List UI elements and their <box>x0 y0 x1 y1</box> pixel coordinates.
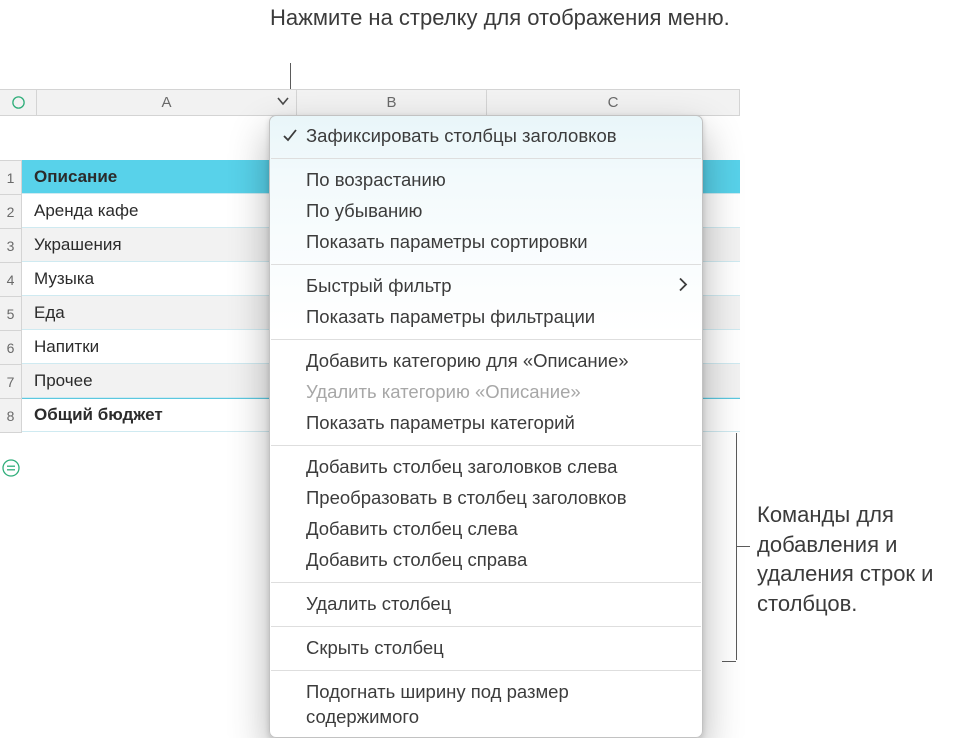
row-header[interactable]: 4 <box>0 263 21 297</box>
cell: Общий бюджет <box>22 405 298 425</box>
menu-item-fit-width[interactable]: Подогнать ширину под размер содержимого <box>270 677 702 733</box>
menu-item-sort-ascending[interactable]: По возрастанию <box>270 165 702 196</box>
column-headers: A B C <box>0 89 740 116</box>
menu-item-freeze-header-columns[interactable]: Зафиксировать столбцы заголовков <box>270 121 702 152</box>
row-header[interactable]: 7 <box>0 365 21 399</box>
row-header[interactable]: 5 <box>0 297 21 331</box>
menu-item-label: Добавить столбец справа <box>306 549 527 570</box>
column-header-c[interactable]: C <box>487 90 740 115</box>
menu-item-label: Удалить категорию «Описание» <box>306 381 581 402</box>
column-header-a[interactable]: A <box>37 90 297 115</box>
menu-separator <box>271 339 701 340</box>
row-header[interactable]: 1 <box>0 161 21 195</box>
column-header-label: C <box>608 94 619 111</box>
menu-separator <box>271 626 701 627</box>
equals-circle-icon <box>2 459 20 477</box>
callout-right: Команды для добавления и удаления строк … <box>757 500 968 619</box>
menu-item-label: Добавить категорию для «Описание» <box>306 350 629 371</box>
menu-item-delete-column[interactable]: Удалить столбец <box>270 589 702 620</box>
menu-separator <box>271 445 701 446</box>
callout-bracket <box>722 432 742 660</box>
column-header-b[interactable]: B <box>297 90 487 115</box>
menu-item-label: Зафиксировать столбцы заголовков <box>306 125 617 146</box>
menu-separator <box>271 582 701 583</box>
menu-item-filter-options[interactable]: Показать параметры фильтрации <box>270 302 702 333</box>
cell: Аренда кафе <box>22 201 298 221</box>
chevron-down-icon[interactable] <box>276 94 290 112</box>
checkmark-icon <box>282 126 298 151</box>
menu-separator <box>271 158 701 159</box>
row-header[interactable]: 6 <box>0 331 21 365</box>
cell: Музыка <box>22 269 298 289</box>
callout-top: Нажмите на стрелку для отображения меню. <box>270 4 730 33</box>
select-all-corner[interactable] <box>0 90 37 115</box>
cell: Прочее <box>22 371 298 391</box>
cell: Описание <box>22 167 298 187</box>
menu-item-label: Быстрый фильтр <box>306 275 452 296</box>
cell: Еда <box>22 303 298 323</box>
cell: Напитки <box>22 337 298 357</box>
column-context-menu: Зафиксировать столбцы заголовков По возр… <box>269 115 703 738</box>
menu-item-label: Показать параметры категорий <box>306 412 575 433</box>
row-headers: 1 2 3 4 5 6 7 8 <box>0 160 22 433</box>
menu-item-label: По возрастанию <box>306 169 446 190</box>
menu-item-label: Преобразовать в столбец заголовков <box>306 487 627 508</box>
row-header[interactable]: 2 <box>0 195 21 229</box>
menu-separator <box>271 670 701 671</box>
row-header[interactable]: 8 <box>0 399 21 433</box>
menu-separator <box>271 264 701 265</box>
menu-item-label: Показать параметры сортировки <box>306 231 588 252</box>
menu-item-label: Подогнать ширину под размер содержимого <box>306 681 569 727</box>
row-header[interactable]: 3 <box>0 229 21 263</box>
menu-item-label: Скрыть столбец <box>306 637 444 658</box>
menu-item-add-column-left[interactable]: Добавить столбец слева <box>270 514 702 545</box>
menu-item-label: Добавить столбец заголовков слева <box>306 456 617 477</box>
table-circle-icon <box>11 95 26 110</box>
menu-item-label: Добавить столбец слева <box>306 518 518 539</box>
menu-item-label: По убыванию <box>306 200 422 221</box>
menu-item-add-header-column-left[interactable]: Добавить столбец заголовков слева <box>270 452 702 483</box>
menu-item-sort-options[interactable]: Показать параметры сортировки <box>270 227 702 258</box>
column-header-label: B <box>386 94 396 111</box>
chevron-right-icon <box>678 274 688 299</box>
menu-item-quick-filter[interactable]: Быстрый фильтр <box>270 271 702 302</box>
menu-item-convert-to-header[interactable]: Преобразовать в столбец заголовков <box>270 483 702 514</box>
menu-item-sort-descending[interactable]: По убыванию <box>270 196 702 227</box>
menu-item-label: Показать параметры фильтрации <box>306 306 595 327</box>
column-header-label: A <box>161 94 171 111</box>
cell: Украшения <box>22 235 298 255</box>
menu-item-label: Удалить столбец <box>306 593 451 614</box>
menu-item-hide-column[interactable]: Скрыть столбец <box>270 633 702 664</box>
add-row-handle[interactable] <box>2 459 20 477</box>
menu-item-add-category[interactable]: Добавить категорию для «Описание» <box>270 346 702 377</box>
menu-item-add-column-right[interactable]: Добавить столбец справа <box>270 545 702 576</box>
menu-item-category-options[interactable]: Показать параметры категорий <box>270 408 702 439</box>
menu-item-delete-category: Удалить категорию «Описание» <box>270 377 702 408</box>
